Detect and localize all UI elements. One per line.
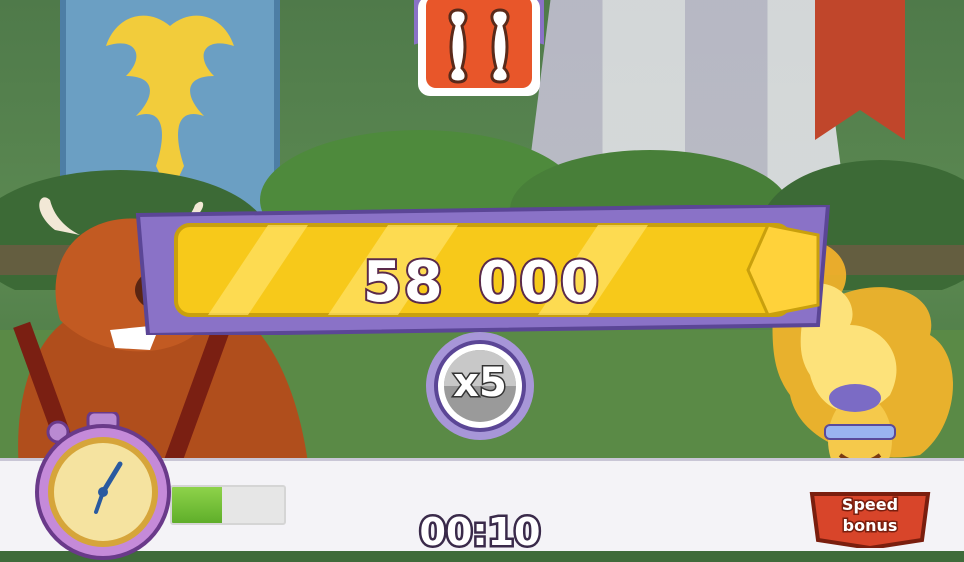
speed-bonus-line2: bonus [841,515,899,537]
pause-button[interactable] [414,0,544,98]
multiplier-value: x5 [452,359,509,408]
speed-bonus-line1: Speed [840,494,899,516]
score-value: 58 000 [361,248,602,317]
stopwatch-icon [35,412,171,560]
timer-progress-fill [172,487,223,523]
timer-value: 00:10 [417,508,543,557]
speed-bonus-label: Speed bonus [806,494,934,537]
timer-progress-bar [170,485,286,525]
